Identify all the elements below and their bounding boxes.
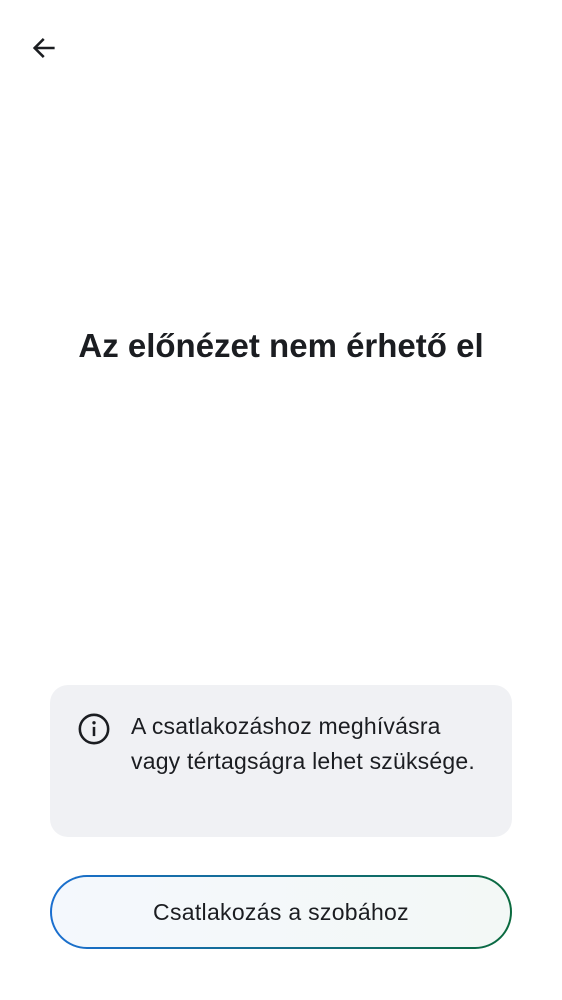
back-button[interactable] xyxy=(22,28,66,72)
info-notice: A csatlakozáshoz meghívásra vagy tértags… xyxy=(50,685,512,837)
page-title: Az előnézet nem érhető el xyxy=(78,327,484,364)
arrow-left-icon xyxy=(30,34,58,67)
info-icon xyxy=(77,712,111,746)
join-room-button[interactable]: Csatlakozás a szobához xyxy=(50,875,512,949)
notice-text: A csatlakozáshoz meghívásra vagy tértags… xyxy=(131,713,475,774)
